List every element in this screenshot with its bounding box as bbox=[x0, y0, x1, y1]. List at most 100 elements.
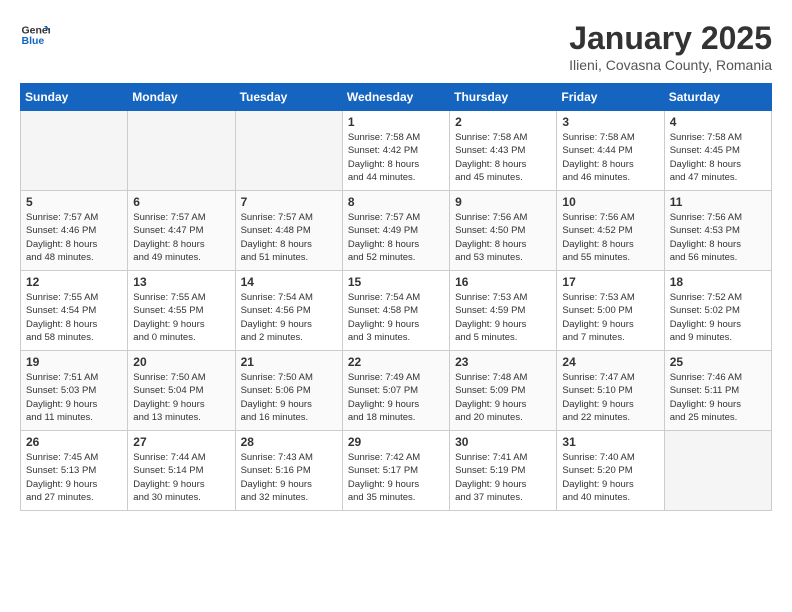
calendar-cell: 6 Sunrise: 7:57 AM Sunset: 4:47 PM Daylig… bbox=[128, 191, 235, 271]
calendar-cell: 8Sunrise: 7:57 AM Sunset: 4:49 PM Daylig… bbox=[342, 191, 449, 271]
day-number: 18 bbox=[670, 275, 766, 289]
day-number: 17 bbox=[562, 275, 658, 289]
logo-icon: General Blue bbox=[20, 20, 50, 50]
day-info: Sunrise: 7:56 AM Sunset: 4:50 PM Dayligh… bbox=[455, 211, 551, 264]
calendar-cell: 11 Sunrise: 7:56 AM Sunset: 4:53 PM Dayli… bbox=[664, 191, 771, 271]
weekday-header-wednesday: Wednesday bbox=[342, 84, 449, 111]
day-info: Sunrise: 7:54 AM Sunset: 4:56 PM Dayligh… bbox=[241, 291, 337, 344]
day-info: Sunrise: 7:57 AM Sunset: 4:47 PM Dayligh… bbox=[133, 211, 229, 264]
day-info: Sunrise: 7:50 AM Sunset: 5:04 PM Dayligh… bbox=[133, 371, 229, 424]
week-row-5: 26 Sunrise: 7:45 AM Sunset: 5:13 PM Dayli… bbox=[21, 431, 772, 511]
day-info: Sunrise: 7:58 AM Sunset: 4:42 PM Dayligh… bbox=[348, 131, 444, 184]
calendar-cell: 21Sunrise: 7:50 AM Sunset: 5:06 PM Dayli… bbox=[235, 351, 342, 431]
calendar-cell bbox=[21, 111, 128, 191]
day-number: 2 bbox=[455, 115, 551, 129]
calendar-cell: 31 Sunrise: 7:40 AM Sunset: 5:20 PM Dayli… bbox=[557, 431, 664, 511]
calendar-cell: 25 Sunrise: 7:46 AM Sunset: 5:11 PM Dayli… bbox=[664, 351, 771, 431]
calendar-subtitle: Ilieni, Covasna County, Romania bbox=[569, 57, 772, 73]
day-info: Sunrise: 7:57 AM Sunset: 4:48 PM Dayligh… bbox=[241, 211, 337, 264]
calendar-cell: 27 Sunrise: 7:44 AM Sunset: 5:14 PM Dayli… bbox=[128, 431, 235, 511]
calendar-table: SundayMondayTuesdayWednesdayThursdayFrid… bbox=[20, 83, 772, 511]
day-info: Sunrise: 7:44 AM Sunset: 5:14 PM Dayligh… bbox=[133, 451, 229, 504]
day-number: 14 bbox=[241, 275, 337, 289]
day-number: 11 bbox=[670, 195, 766, 209]
day-number: 1 bbox=[348, 115, 444, 129]
day-number: 26 bbox=[26, 435, 122, 449]
calendar-cell: 16 Sunrise: 7:53 AM Sunset: 4:59 PM Dayli… bbox=[450, 271, 557, 351]
day-number: 6 bbox=[133, 195, 229, 209]
day-info: Sunrise: 7:42 AM Sunset: 5:17 PM Dayligh… bbox=[348, 451, 444, 504]
day-info: Sunrise: 7:56 AM Sunset: 4:52 PM Dayligh… bbox=[562, 211, 658, 264]
weekday-header-friday: Friday bbox=[557, 84, 664, 111]
day-info: Sunrise: 7:53 AM Sunset: 4:59 PM Dayligh… bbox=[455, 291, 551, 344]
day-number: 30 bbox=[455, 435, 551, 449]
calendar-cell bbox=[235, 111, 342, 191]
day-number: 7 bbox=[241, 195, 337, 209]
day-info: Sunrise: 7:43 AM Sunset: 5:16 PM Dayligh… bbox=[241, 451, 337, 504]
day-number: 31 bbox=[562, 435, 658, 449]
svg-text:Blue: Blue bbox=[22, 35, 45, 47]
calendar-cell: 28 Sunrise: 7:43 AM Sunset: 5:16 PM Dayli… bbox=[235, 431, 342, 511]
calendar-cell: 9Sunrise: 7:56 AM Sunset: 4:50 PM Daylig… bbox=[450, 191, 557, 271]
calendar-cell: 1 Sunrise: 7:58 AM Sunset: 4:42 PM Daylig… bbox=[342, 111, 449, 191]
calendar-cell: 10 Sunrise: 7:56 AM Sunset: 4:52 PM Dayli… bbox=[557, 191, 664, 271]
day-number: 10 bbox=[562, 195, 658, 209]
day-number: 13 bbox=[133, 275, 229, 289]
calendar-cell: 12Sunrise: 7:55 AM Sunset: 4:54 PM Dayli… bbox=[21, 271, 128, 351]
week-row-1: 1 Sunrise: 7:58 AM Sunset: 4:42 PM Daylig… bbox=[21, 111, 772, 191]
logo: General Blue bbox=[20, 20, 50, 50]
week-row-3: 12Sunrise: 7:55 AM Sunset: 4:54 PM Dayli… bbox=[21, 271, 772, 351]
day-number: 27 bbox=[133, 435, 229, 449]
day-info: Sunrise: 7:58 AM Sunset: 4:45 PM Dayligh… bbox=[670, 131, 766, 184]
calendar-title: January 2025 bbox=[569, 20, 772, 57]
day-number: 25 bbox=[670, 355, 766, 369]
calendar-cell bbox=[128, 111, 235, 191]
calendar-cell: 15 Sunrise: 7:54 AM Sunset: 4:58 PM Dayli… bbox=[342, 271, 449, 351]
day-number: 20 bbox=[133, 355, 229, 369]
day-info: Sunrise: 7:53 AM Sunset: 5:00 PM Dayligh… bbox=[562, 291, 658, 344]
calendar-cell: 2 Sunrise: 7:58 AM Sunset: 4:43 PM Daylig… bbox=[450, 111, 557, 191]
page-header: General Blue January 2025 Ilieni, Covasn… bbox=[20, 20, 772, 73]
day-info: Sunrise: 7:54 AM Sunset: 4:58 PM Dayligh… bbox=[348, 291, 444, 344]
day-number: 16 bbox=[455, 275, 551, 289]
day-info: Sunrise: 7:45 AM Sunset: 5:13 PM Dayligh… bbox=[26, 451, 122, 504]
day-number: 28 bbox=[241, 435, 337, 449]
day-number: 12 bbox=[26, 275, 122, 289]
day-info: Sunrise: 7:56 AM Sunset: 4:53 PM Dayligh… bbox=[670, 211, 766, 264]
day-number: 29 bbox=[348, 435, 444, 449]
day-number: 23 bbox=[455, 355, 551, 369]
day-info: Sunrise: 7:48 AM Sunset: 5:09 PM Dayligh… bbox=[455, 371, 551, 424]
weekday-header-monday: Monday bbox=[128, 84, 235, 111]
day-info: Sunrise: 7:57 AM Sunset: 4:46 PM Dayligh… bbox=[26, 211, 122, 264]
day-info: Sunrise: 7:40 AM Sunset: 5:20 PM Dayligh… bbox=[562, 451, 658, 504]
calendar-cell: 13 Sunrise: 7:55 AM Sunset: 4:55 PM Dayli… bbox=[128, 271, 235, 351]
day-number: 22 bbox=[348, 355, 444, 369]
calendar-cell: 18Sunrise: 7:52 AM Sunset: 5:02 PM Dayli… bbox=[664, 271, 771, 351]
day-number: 5 bbox=[26, 195, 122, 209]
day-info: Sunrise: 7:58 AM Sunset: 4:44 PM Dayligh… bbox=[562, 131, 658, 184]
day-info: Sunrise: 7:58 AM Sunset: 4:43 PM Dayligh… bbox=[455, 131, 551, 184]
day-info: Sunrise: 7:41 AM Sunset: 5:19 PM Dayligh… bbox=[455, 451, 551, 504]
calendar-cell: 20 Sunrise: 7:50 AM Sunset: 5:04 PM Dayli… bbox=[128, 351, 235, 431]
day-info: Sunrise: 7:55 AM Sunset: 4:55 PM Dayligh… bbox=[133, 291, 229, 344]
calendar-cell: 26 Sunrise: 7:45 AM Sunset: 5:13 PM Dayli… bbox=[21, 431, 128, 511]
calendar-cell: 17 Sunrise: 7:53 AM Sunset: 5:00 PM Dayli… bbox=[557, 271, 664, 351]
calendar-cell: 7 Sunrise: 7:57 AM Sunset: 4:48 PM Daylig… bbox=[235, 191, 342, 271]
calendar-cell: 4 Sunrise: 7:58 AM Sunset: 4:45 PM Daylig… bbox=[664, 111, 771, 191]
day-info: Sunrise: 7:50 AM Sunset: 5:06 PM Dayligh… bbox=[241, 371, 337, 424]
day-info: Sunrise: 7:51 AM Sunset: 5:03 PM Dayligh… bbox=[26, 371, 122, 424]
day-number: 15 bbox=[348, 275, 444, 289]
weekday-header-sunday: Sunday bbox=[21, 84, 128, 111]
day-number: 8 bbox=[348, 195, 444, 209]
day-info: Sunrise: 7:46 AM Sunset: 5:11 PM Dayligh… bbox=[670, 371, 766, 424]
weekday-header-tuesday: Tuesday bbox=[235, 84, 342, 111]
calendar-cell: 23 Sunrise: 7:48 AM Sunset: 5:09 PM Dayli… bbox=[450, 351, 557, 431]
week-row-2: 5 Sunrise: 7:57 AM Sunset: 4:46 PM Daylig… bbox=[21, 191, 772, 271]
day-number: 4 bbox=[670, 115, 766, 129]
calendar-cell: 30 Sunrise: 7:41 AM Sunset: 5:19 PM Dayli… bbox=[450, 431, 557, 511]
calendar-cell: 14 Sunrise: 7:54 AM Sunset: 4:56 PM Dayli… bbox=[235, 271, 342, 351]
week-row-4: 19Sunrise: 7:51 AM Sunset: 5:03 PM Dayli… bbox=[21, 351, 772, 431]
title-block: January 2025 Ilieni, Covasna County, Rom… bbox=[569, 20, 772, 73]
calendar-cell bbox=[664, 431, 771, 511]
day-number: 3 bbox=[562, 115, 658, 129]
